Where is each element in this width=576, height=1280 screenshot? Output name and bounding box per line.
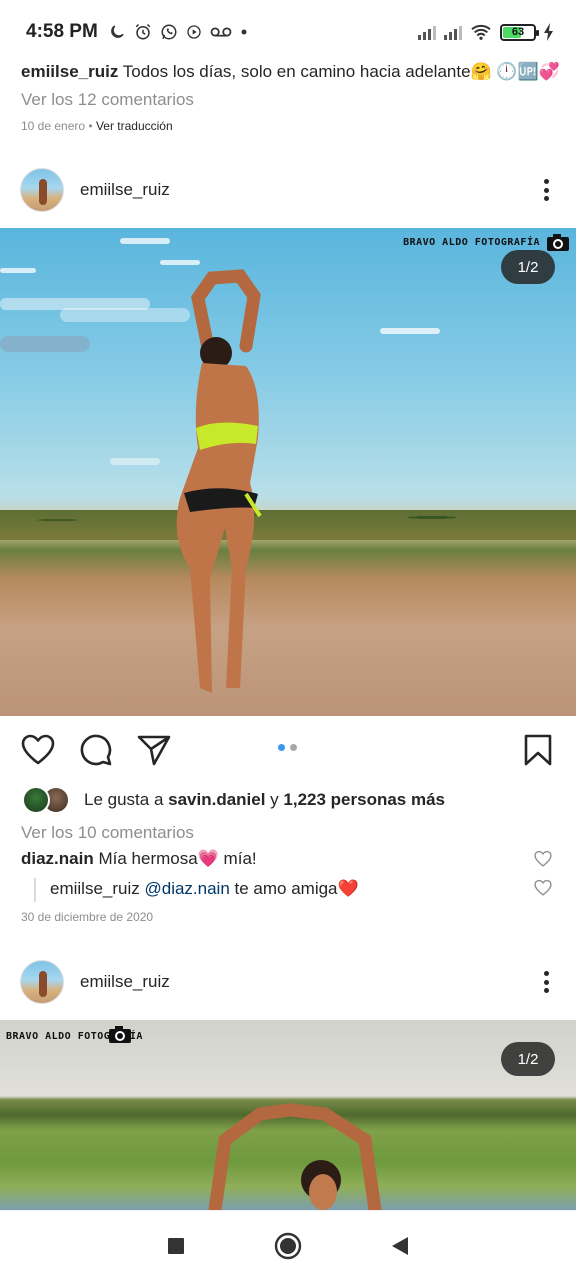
recents-square-icon — [168, 1237, 184, 1254]
home-circle-icon — [274, 1232, 302, 1259]
reply-text: te amo amiga❤️ — [229, 879, 359, 898]
liker-avatars — [22, 786, 74, 814]
likes-user[interactable]: savin.daniel — [168, 790, 265, 809]
more-options-button[interactable] — [536, 175, 556, 205]
reply-like-icon[interactable] — [534, 879, 552, 897]
next-post-photo[interactable]: BRAVO ALDO FOTOGRAFÍA 1/2 — [0, 1020, 576, 1210]
view-comments-link[interactable]: Ver los 10 comentarios — [21, 823, 194, 843]
voicemail-icon — [210, 27, 232, 37]
post-date: 30 de diciembre de 2020 — [21, 910, 154, 924]
reply-username[interactable]: emiilse_ruiz — [50, 879, 140, 898]
previous-post-caption-text: Todos los días, solo en camino hacia ade… — [122, 62, 560, 81]
reply-thread-line — [34, 878, 36, 902]
comment-item: diaz.nain Mía hermosa💗 mía! — [21, 849, 526, 869]
wifi-icon — [471, 24, 491, 40]
status-icons-left — [108, 23, 248, 41]
comment-username[interactable]: diaz.nain — [21, 849, 94, 868]
previous-post-caption: emiilse_ruiz Todos los días, solo en cam… — [21, 60, 560, 84]
person-figure — [176, 269, 262, 693]
status-time: 4:58 PM — [26, 21, 98, 42]
likes-middle: y — [265, 790, 284, 809]
comment-like-icon[interactable] — [534, 850, 552, 868]
system-nav-bar — [0, 1210, 576, 1280]
dot-icon — [241, 29, 247, 35]
next-post-more-options-button[interactable] — [536, 967, 556, 997]
likes-text: Le gusta a savin.daniel y 1,223 personas… — [84, 790, 445, 810]
next-post-username[interactable]: emiilse_ruiz — [80, 972, 170, 992]
play-icon — [187, 25, 201, 39]
carousel-dot-active — [278, 744, 285, 751]
carousel-counter: 1/2 — [501, 250, 555, 284]
previous-post-username[interactable]: emiilse_ruiz — [21, 62, 118, 81]
battery-icon: 63 — [500, 23, 539, 41]
send-icon — [137, 735, 171, 766]
charging-icon — [544, 23, 553, 41]
comment-icon — [80, 734, 112, 766]
reply-item: emiilse_ruiz @diaz.nain te amo amiga❤️ — [50, 879, 526, 899]
signal-icon — [444, 24, 462, 40]
save-button[interactable] — [520, 732, 556, 768]
next-post-header: emiilse_ruiz — [0, 952, 576, 1012]
date-separator: • — [85, 119, 96, 133]
next-post-avatar[interactable] — [20, 960, 64, 1004]
reply-mention[interactable]: @diaz.nain — [144, 879, 229, 898]
likes-prefix: Le gusta a — [84, 790, 169, 809]
camera-icon — [109, 1026, 131, 1043]
moon-icon — [110, 25, 124, 38]
bookmark-icon — [524, 734, 552, 766]
share-button[interactable] — [136, 732, 172, 768]
heart-icon — [21, 734, 55, 765]
previous-post-view-comments[interactable]: Ver los 12 comentarios — [21, 90, 194, 110]
comment-text: Mía hermosa💗 mía! — [98, 849, 257, 868]
camera-icon — [547, 234, 569, 251]
post-username[interactable]: emiilse_ruiz — [80, 180, 170, 200]
previous-post-date: 10 de enero — [21, 119, 86, 133]
recents-button[interactable] — [156, 1226, 196, 1266]
home-button[interactable] — [268, 1226, 308, 1266]
avatar[interactable] — [20, 168, 64, 212]
status-icons-right: 63 — [418, 23, 554, 41]
likes-row[interactable]: Le gusta a savin.daniel y 1,223 personas… — [22, 785, 445, 815]
battery-level: 63 — [511, 26, 525, 38]
carousel-dots — [278, 744, 297, 751]
back-button[interactable] — [380, 1226, 420, 1266]
whatsapp-icon — [161, 24, 177, 40]
post-header: emiilse_ruiz — [0, 160, 576, 220]
post-photo[interactable]: BRAVO ALDO FOTOGRAFÍA 1/2 — [0, 228, 576, 716]
next-post-carousel-counter: 1/2 — [501, 1042, 555, 1076]
translate-link[interactable]: Ver traducción — [96, 119, 173, 133]
signal-icon — [418, 24, 436, 40]
comment-button[interactable] — [78, 732, 114, 768]
likes-count[interactable]: 1,223 personas más — [283, 790, 445, 809]
status-bar: 4:58 PM 63 — [0, 0, 576, 64]
carousel-dot — [290, 744, 297, 751]
back-triangle-icon — [392, 1236, 408, 1255]
photo-credit: BRAVO ALDO FOTOGRAFÍA — [403, 237, 540, 248]
person-figure — [208, 1103, 382, 1210]
like-button[interactable] — [20, 732, 56, 768]
previous-post-date-line: 10 de enero • Ver traducción — [21, 119, 173, 133]
alarm-icon — [135, 23, 151, 40]
